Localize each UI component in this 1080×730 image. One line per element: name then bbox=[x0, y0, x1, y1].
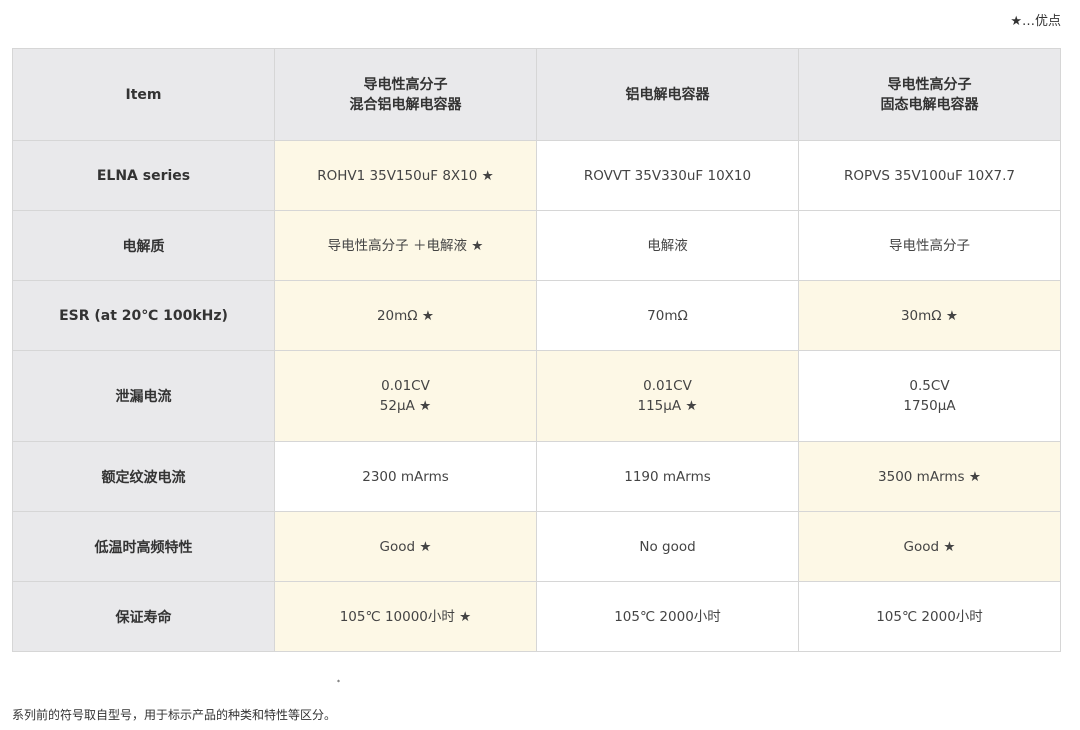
table-cell: 0.01CV 115μA ★ bbox=[536, 350, 799, 442]
cell-line: 2300 mArms bbox=[362, 468, 449, 485]
row-low-temp-characteristics: 低温时高频特性 Good ★ No good Good ★ bbox=[12, 511, 1061, 582]
header-line: 固态电解电容器 bbox=[880, 96, 979, 113]
table-cell: ROPVS 35V100uF 10X7.7 bbox=[798, 140, 1061, 211]
cell-line: ROVVT 35V330uF 10X10 bbox=[583, 167, 752, 184]
cell-line: 20mΩ ★ bbox=[376, 307, 435, 324]
table-cell: 20mΩ ★ bbox=[274, 280, 537, 351]
table-cell: ROVVT 35V330uF 10X10 bbox=[536, 140, 799, 211]
row-elna-series: ELNA series ROHV1 35V150uF 8X10 ★ ROVVT 35… bbox=[12, 140, 1061, 211]
cell-line: 105℃ 2000小时 bbox=[614, 608, 721, 625]
table-body: ELNA series ROHV1 35V150uF 8X10 ★ ROVVT 35… bbox=[12, 140, 1061, 652]
cell-line: 70mΩ bbox=[647, 307, 688, 324]
row-label: ESR (at 20℃ 100kHz) bbox=[12, 280, 275, 351]
cell-line: ROHV1 35V150uF 8X10 ★ bbox=[317, 167, 494, 184]
row-label: ELNA series bbox=[12, 140, 275, 211]
table-cell: ROHV1 35V150uF 8X10 ★ bbox=[274, 140, 537, 211]
table-cell: 105℃ 2000小时 bbox=[536, 581, 799, 652]
table-cell: 导电性高分子 ＋电解液 ★ bbox=[274, 210, 537, 281]
cell-line: 1750μA bbox=[903, 398, 956, 414]
row-label: 电解质 bbox=[12, 210, 275, 281]
table-cell: Good ★ bbox=[798, 511, 1061, 582]
row-guaranteed-life: 保证寿命 105℃ 10000小时 ★ 105℃ 2000小时 105℃ 2000小时 bbox=[12, 581, 1061, 652]
cell-line: 导电性高分子 bbox=[889, 237, 970, 254]
table-cell: 105℃ 2000小时 bbox=[798, 581, 1061, 652]
table-cell: 2300 mArms bbox=[274, 441, 537, 512]
cell-line: 0.01CV bbox=[643, 378, 692, 394]
row-electrolyte: 电解质 导电性高分子 ＋电解液 ★ 电解液 导电性高分子 bbox=[12, 210, 1061, 281]
row-label: 额定纹波电流 bbox=[12, 441, 275, 512]
row-label: 泄漏电流 bbox=[12, 350, 275, 442]
row-ripple-current: 额定纹波电流 2300 mArms 1190 mArms 3500 mArms ★ bbox=[12, 441, 1061, 512]
cell-line: 30mΩ ★ bbox=[900, 307, 959, 324]
cell-line: 105℃ 2000小时 bbox=[876, 608, 983, 625]
table-cell: 1190 mArms bbox=[536, 441, 799, 512]
cell-line: 导电性高分子 ＋电解液 ★ bbox=[327, 237, 484, 254]
table-cell: 3500 mArms ★ bbox=[798, 441, 1061, 512]
cell-line: 1190 mArms bbox=[624, 468, 711, 485]
table-cell: 电解液 bbox=[536, 210, 799, 281]
row-leakage-current: 泄漏电流 0.01CV 52μA ★ 0.01CV 115μA ★ 0.5CV 1750μA bbox=[12, 350, 1061, 442]
row-label: 保证寿命 bbox=[12, 581, 275, 652]
header-solid-polymer-capacitor: 导电性高分子 固态电解电容器 bbox=[798, 48, 1061, 141]
table-cell: 30mΩ ★ bbox=[798, 280, 1061, 351]
table-cell: 导电性高分子 bbox=[798, 210, 1061, 281]
header-hybrid-aluminum-capacitor: 导电性高分子 混合铝电解电容器 bbox=[274, 48, 537, 141]
cell-line: 0.5CV bbox=[909, 378, 950, 394]
cell-line: 0.01CV bbox=[381, 378, 430, 394]
cell-line: 52μA ★ bbox=[379, 398, 432, 414]
table-cell: 0.5CV 1750μA bbox=[798, 350, 1061, 442]
header-line: 混合铝电解电容器 bbox=[349, 96, 462, 113]
cell-line: 电解液 bbox=[647, 237, 688, 254]
cell-line: ROPVS 35V100uF 10X7.7 bbox=[844, 167, 1015, 184]
comparison-table: Item 导电性高分子 混合铝电解电容器 铝电解电容器 导电性高分子 固态电解电… bbox=[12, 48, 1061, 652]
cell-line: 115μA ★ bbox=[637, 398, 698, 414]
header-line: 导电性高分子 bbox=[363, 76, 448, 93]
table-cell: 70mΩ bbox=[536, 280, 799, 351]
header-item: Item bbox=[12, 48, 275, 141]
cell-line: No good bbox=[639, 538, 696, 555]
table-cell: Good ★ bbox=[274, 511, 537, 582]
table-cell: No good bbox=[536, 511, 799, 582]
cell-line: 3500 mArms ★ bbox=[878, 468, 981, 485]
row-label: 低温时高频特性 bbox=[12, 511, 275, 582]
advantage-legend: ★…优点 bbox=[1010, 14, 1061, 29]
table-header-row: Item 导电性高分子 混合铝电解电容器 铝电解电容器 导电性高分子 固态电解电… bbox=[12, 48, 1061, 141]
cell-line: 105℃ 10000小时 ★ bbox=[339, 608, 472, 625]
footnote-text: 系列前的符号取自型号，用于标示产品的种类和特性等区分。 bbox=[12, 708, 337, 722]
cell-line: Good ★ bbox=[903, 538, 956, 555]
header-line: 导电性高分子 bbox=[887, 76, 972, 93]
cell-line: Good ★ bbox=[379, 538, 432, 555]
header-aluminum-electrolytic-capacitor: 铝电解电容器 bbox=[536, 48, 799, 141]
table-cell: 105℃ 10000小时 ★ bbox=[274, 581, 537, 652]
table-cell: 0.01CV 52μA ★ bbox=[274, 350, 537, 442]
row-esr: ESR (at 20℃ 100kHz) 20mΩ ★ 70mΩ 30mΩ ★ bbox=[12, 280, 1061, 351]
footnote-marker: * bbox=[337, 679, 340, 686]
